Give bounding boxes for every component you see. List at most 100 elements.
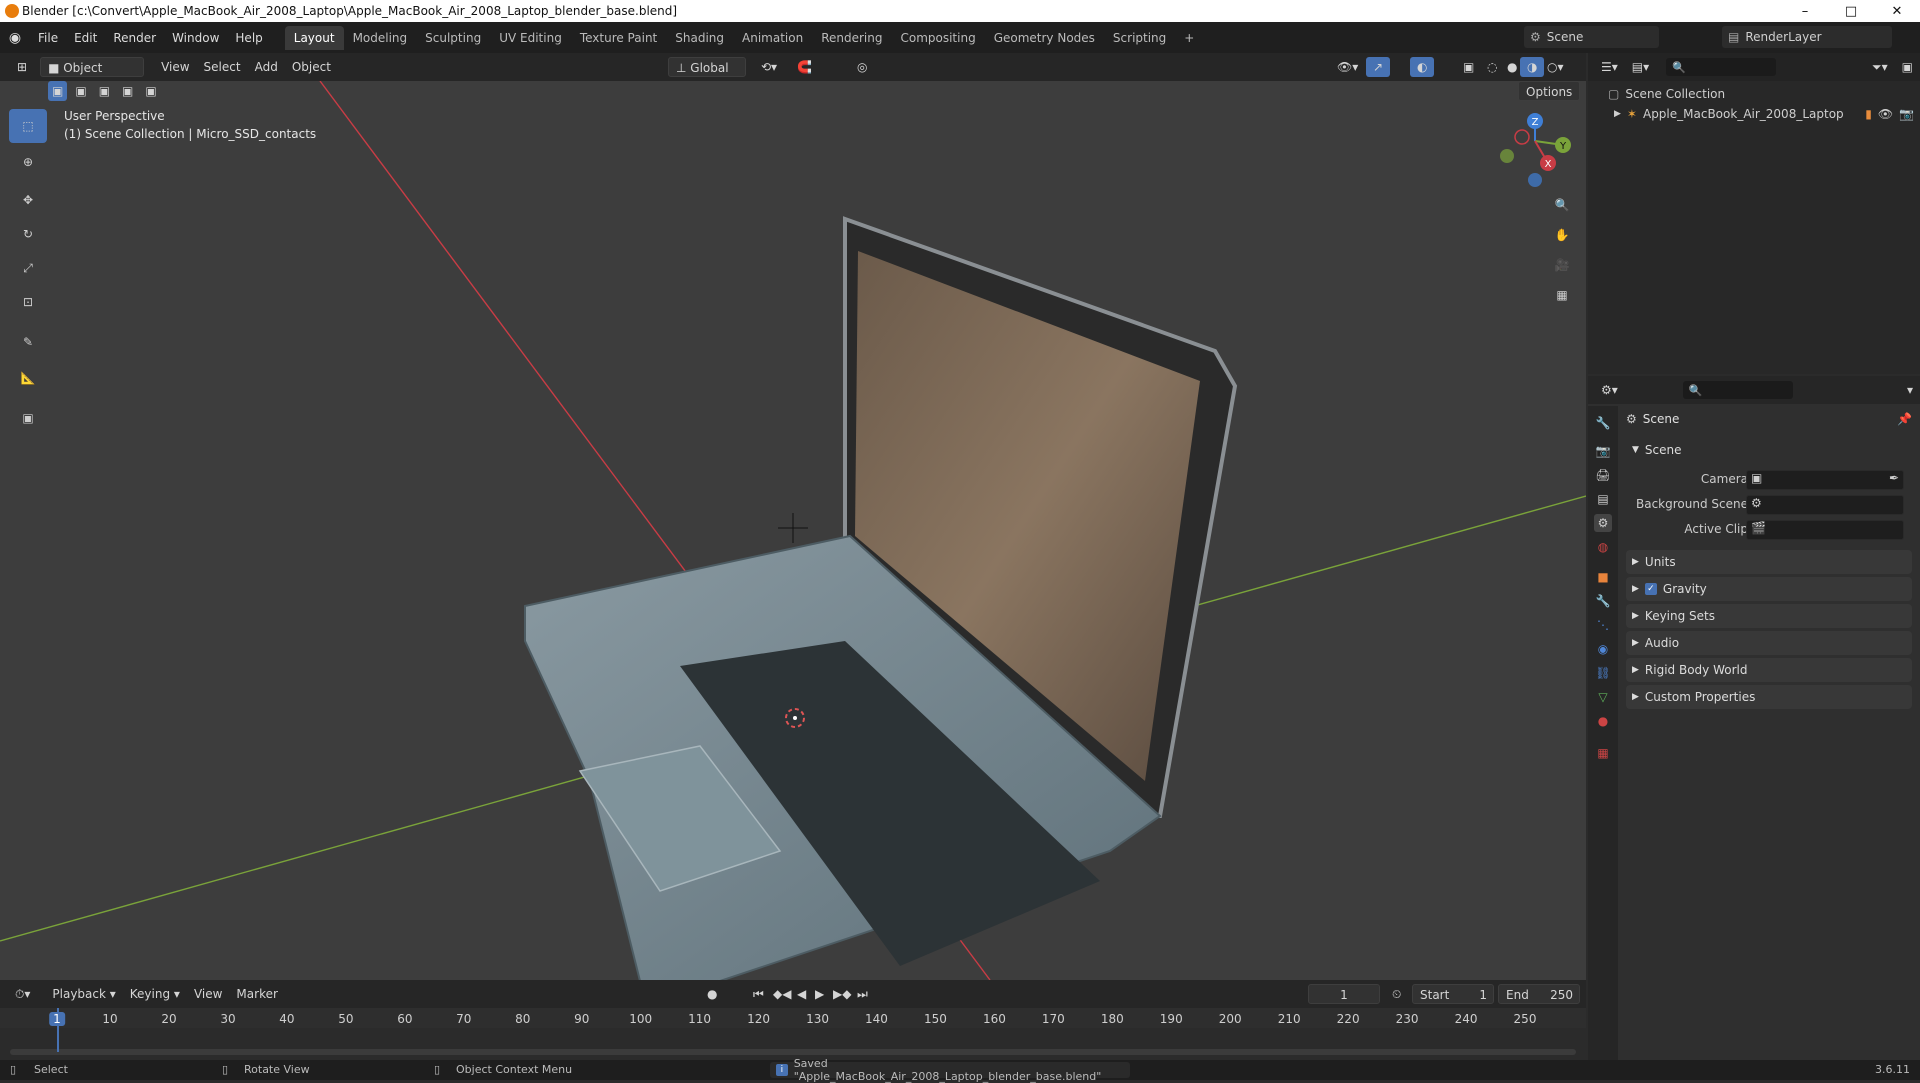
add-cube-tool-icon[interactable]: ▣ xyxy=(9,401,47,435)
select-invert-icon[interactable]: ▣ xyxy=(118,81,137,101)
mode-dropdown[interactable]: ■ Object Mode ▾ xyxy=(40,57,145,95)
navigation-gizmo[interactable]: Z Y X xyxy=(1500,113,1571,187)
move-tool-icon[interactable]: ✥ xyxy=(9,183,47,217)
menu-keying[interactable]: Keying ▾ xyxy=(123,984,187,1004)
timeline-scrollbar[interactable] xyxy=(10,1049,1576,1055)
outliner-display-mode-icon[interactable]: ▤▾ xyxy=(1625,57,1656,77)
view-layer-selector[interactable]: ▤ RenderLayer xyxy=(1722,26,1892,48)
orientation-dropdown[interactable]: ⊥ Global ▾ xyxy=(668,57,746,95)
render-camera-icon[interactable]: 📷 xyxy=(1899,107,1914,121)
panel-gravity[interactable]: ▶ ✓ Gravity xyxy=(1626,577,1912,601)
camera-field[interactable]: ▣ ✒ xyxy=(1746,470,1904,490)
tab-rendering[interactable]: Rendering xyxy=(812,26,891,50)
rotate-tool-icon[interactable]: ↻ xyxy=(9,217,47,251)
texture-tab-icon[interactable]: ▦ xyxy=(1594,744,1612,762)
expand-arrow-icon[interactable]: ▶ xyxy=(1614,109,1621,119)
pan-hand-icon[interactable]: ✋ xyxy=(1548,221,1576,249)
camera-view-icon[interactable]: 🎥 xyxy=(1548,251,1576,279)
menu-playback[interactable]: Playback ▾ xyxy=(45,984,122,1004)
select-box-tool-icon[interactable]: ⬚ xyxy=(9,109,47,143)
menu-add[interactable]: Add xyxy=(248,57,285,77)
menu-select[interactable]: Select xyxy=(197,57,248,77)
menu-file[interactable]: File xyxy=(30,27,66,49)
world-tab-icon[interactable]: ◍ xyxy=(1594,538,1612,556)
blender-menu-icon[interactable]: ◉ xyxy=(0,30,30,46)
scene-selector[interactable]: ⚙ Scene xyxy=(1524,26,1659,48)
measure-tool-icon[interactable]: 📐 xyxy=(9,361,47,395)
3d-viewport[interactable]: Z Y X User Perspective (1) Scene Collect… xyxy=(0,81,1586,980)
menu-help[interactable]: Help xyxy=(227,27,270,49)
tab-compositing[interactable]: Compositing xyxy=(891,26,984,50)
tab-scripting[interactable]: Scripting xyxy=(1104,26,1175,50)
panel-units[interactable]: ▶ Units xyxy=(1626,550,1912,574)
visibility-eye-icon[interactable]: 👁 xyxy=(1878,107,1893,121)
transform-tool-icon[interactable]: ⊡ xyxy=(9,285,47,319)
output-tab-icon[interactable]: 🖨 xyxy=(1594,466,1612,484)
outliner-search-input[interactable]: 🔍 xyxy=(1666,58,1777,76)
properties-editor-icon[interactable]: ⚙▾ xyxy=(1594,380,1625,400)
view-layer-tab-icon[interactable]: ▤ xyxy=(1594,490,1612,508)
panel-scene[interactable]: ▼ Scene xyxy=(1626,438,1912,462)
new-collection-icon[interactable]: ▣ xyxy=(1895,57,1920,77)
constraints-tab-icon[interactable]: ⛓ xyxy=(1594,664,1612,682)
annotate-tool-icon[interactable]: ✎ xyxy=(9,325,47,359)
proportional-edit-icon[interactable]: ◎ xyxy=(850,57,874,77)
gravity-checkbox[interactable]: ✓ xyxy=(1644,583,1657,595)
timeline-editor-icon[interactable]: ⏱▾ xyxy=(8,984,37,1004)
select-extend-icon[interactable]: ▣ xyxy=(71,81,90,101)
tab-shading[interactable]: Shading xyxy=(666,26,733,50)
jump-end-icon[interactable]: ⏭ xyxy=(850,984,875,1004)
panel-keying-sets[interactable]: ▶ Keying Sets xyxy=(1626,604,1912,628)
modifier-tab-icon[interactable]: 🔧 xyxy=(1594,592,1612,610)
start-frame-field[interactable]: Start 1 xyxy=(1412,984,1494,1004)
properties-options-icon[interactable]: ▾ xyxy=(1900,380,1920,400)
tab-layout[interactable]: Layout xyxy=(284,25,344,50)
editor-type-icon[interactable]: ⊞ xyxy=(10,57,34,77)
cursor-tool-icon[interactable]: ⊕ xyxy=(9,145,47,179)
select-intersect-icon[interactable]: ▣ xyxy=(141,81,160,101)
tab-geometry-nodes[interactable]: Geometry Nodes xyxy=(985,26,1104,50)
select-subtract-icon[interactable]: ▣ xyxy=(95,81,114,101)
xray-icon[interactable]: ▣ xyxy=(1456,57,1481,77)
tab-animation[interactable]: Animation xyxy=(733,26,812,50)
filter-icon[interactable]: ⏷▾ xyxy=(1865,57,1895,77)
select-new-icon[interactable]: ▣ xyxy=(48,81,68,101)
menu-view[interactable]: View xyxy=(154,57,196,77)
scale-tool-icon[interactable]: ⤢ xyxy=(9,251,47,285)
eyedropper-icon[interactable]: ✒ xyxy=(1889,471,1899,485)
zoom-icon[interactable]: 🔍 xyxy=(1548,191,1576,219)
outliner-item[interactable]: ▶ ✶ Apple_MacBook_Air_2008_Laptop ▮ 👁 📷 xyxy=(1614,107,1914,121)
pin-icon[interactable]: 📌 xyxy=(1897,412,1912,426)
active-clip-field[interactable]: 🎬 xyxy=(1746,520,1904,540)
menu-render[interactable]: Render xyxy=(105,27,164,49)
menu-marker[interactable]: Marker xyxy=(229,984,284,1004)
visibility-icon[interactable]: 👁▾ xyxy=(1330,57,1365,77)
tool-tab-icon[interactable]: 🔧 xyxy=(1594,414,1612,432)
minimize-button[interactable]: – xyxy=(1782,0,1828,22)
add-workspace-button[interactable]: + xyxy=(1175,26,1203,50)
tab-texture-paint[interactable]: Texture Paint xyxy=(571,26,666,50)
menu-object[interactable]: Object xyxy=(285,57,338,77)
properties-search-input[interactable]: 🔍 xyxy=(1682,381,1793,399)
outliner-editor-icon[interactable]: ☰▾ xyxy=(1594,57,1625,77)
object-tab-icon[interactable]: ■ xyxy=(1594,568,1612,586)
tab-sculpting[interactable]: Sculpting xyxy=(416,26,490,50)
scene-tab-icon[interactable]: ⚙ xyxy=(1594,514,1612,532)
render-tab-icon[interactable]: 📷 xyxy=(1594,442,1612,460)
status-message-box[interactable]: i Saved "Apple_MacBook_Air_2008_Laptop_b… xyxy=(770,1057,1130,1083)
menu-timeline-view[interactable]: View xyxy=(187,984,229,1004)
close-button[interactable]: ✕ xyxy=(1874,0,1920,22)
menu-window[interactable]: Window xyxy=(164,27,227,49)
panel-rigid-body-world[interactable]: ▶ Rigid Body World xyxy=(1626,658,1912,682)
record-button[interactable]: ● xyxy=(700,984,724,1004)
end-frame-field[interactable]: End 250 xyxy=(1498,984,1580,1004)
tab-modeling[interactable]: Modeling xyxy=(344,26,417,50)
rendered-shading-icon[interactable]: ○▾ xyxy=(1540,57,1571,77)
tab-uv-editing[interactable]: UV Editing xyxy=(490,26,571,50)
gizmo-toggle-icon[interactable]: ↗ xyxy=(1366,57,1391,77)
panel-audio[interactable]: ▶ Audio xyxy=(1626,631,1912,655)
material-tab-icon[interactable]: ● xyxy=(1594,712,1612,730)
particles-tab-icon[interactable]: ⋱ xyxy=(1594,616,1612,634)
physics-tab-icon[interactable]: ◉ xyxy=(1594,640,1612,658)
frame-rate-icon[interactable]: ⏲ xyxy=(1392,987,1401,1002)
